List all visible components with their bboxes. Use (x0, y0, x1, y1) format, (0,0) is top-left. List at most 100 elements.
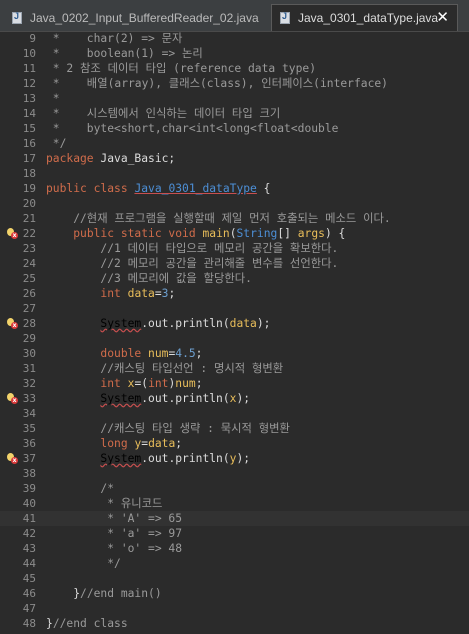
code-text: * boolean(1) => 논리 (46, 46, 203, 61)
code-token: num (175, 377, 196, 390)
code-line[interactable]: 35 //캐스팅 타입 생략 : 묵시적 형변환 (0, 421, 469, 436)
code-line[interactable]: 38 (0, 466, 469, 481)
code-text: long y=data; (46, 436, 182, 451)
code-line[interactable]: 23 //1 데이터 타입으로 메모리 공간을 확보한다. (0, 241, 469, 256)
line-number: 20 (22, 197, 36, 210)
code-line[interactable]: 16 */ (0, 136, 469, 151)
code-token: { (256, 182, 271, 195)
line-number: 38 (22, 467, 36, 480)
code-line[interactable]: 24 //2 메모리 공간을 관리해줄 변수를 선언한다. (0, 256, 469, 271)
code-line[interactable]: 36 long y=data; (0, 436, 469, 451)
code-line[interactable]: 30 double num=4.5; (0, 346, 469, 361)
code-token: //end main() (80, 587, 162, 600)
code-token: System (100, 392, 142, 405)
code-text: //3 메모리에 값을 할당한다. (46, 271, 252, 286)
code-token: =( (134, 377, 149, 390)
line-number: 46 (22, 587, 36, 600)
tab-buffered-reader[interactable]: Java_0202_Input_BufferedReader_02.java (4, 4, 266, 31)
code-token: * 시스템에서 인식하는 데이터 타입 크기 (46, 107, 281, 120)
code-text: System.out.println(x); (46, 391, 250, 406)
code-line[interactable]: 44 */ (0, 556, 469, 571)
code-line[interactable]: x 22 public static void main(String[] arg… (0, 226, 469, 241)
code-token: //3 메모리에 값을 할당한다. (46, 272, 252, 285)
code-text: //1 데이터 타입으로 메모리 공간을 확보한다. (46, 241, 338, 256)
java-file-icon (280, 11, 290, 24)
code-token: * 'a' => 97 (46, 527, 183, 540)
code-token: System (100, 317, 142, 330)
code-line[interactable]: 29 (0, 331, 469, 346)
code-token: .out.println( (141, 317, 230, 330)
code-line[interactable]: x 33 System.out.println(x); (0, 391, 469, 406)
code-token: ); (236, 392, 251, 405)
code-line[interactable]: 48}//end class (0, 616, 469, 631)
close-tab-icon[interactable]: ✕ (436, 8, 449, 26)
code-token: public class (46, 182, 128, 195)
code-token: ; (195, 347, 203, 360)
code-line[interactable]: 42 * 'a' => 97 (0, 526, 469, 541)
code-line[interactable]: 46 }//end main() (0, 586, 469, 601)
code-token: */ (46, 137, 67, 150)
code-editor[interactable]: 9 * char(2) => 문자 10 * boolean(1) => 논리 11… (0, 31, 469, 634)
code-line[interactable]: 11 * 2 참조 데이터 타입 (reference data type) (0, 61, 469, 76)
line-number: 33 (22, 392, 36, 405)
code-token: */ (46, 557, 121, 570)
code-text: //캐스팅 타입선언 : 명시적 형변환 (46, 361, 283, 376)
code-line[interactable]: 13 * (0, 91, 469, 106)
tab-datatype-active[interactable]: Java_0301_dataType.java ✕ (271, 4, 458, 31)
code-text: * 배열(array), 클래스(class), 인터페이스(interface… (46, 76, 388, 91)
editor-tab-bar: Java_0202_Input_BufferedReader_02.java J… (0, 0, 469, 32)
code-line[interactable]: 27 (0, 301, 469, 316)
line-number: 10 (22, 47, 36, 60)
code-line[interactable]: 12 * 배열(array), 클래스(class), 인터페이스(interf… (0, 76, 469, 91)
code-line[interactable]: 47 (0, 601, 469, 616)
code-line[interactable]: 39 /* (0, 481, 469, 496)
line-number: 35 (22, 422, 36, 435)
code-line[interactable]: 9 * char(2) => 문자 (0, 31, 469, 46)
code-line[interactable]: 18 (0, 166, 469, 181)
code-text: * 시스템에서 인식하는 데이터 타입 크기 (46, 106, 281, 121)
code-token: //end class (52, 617, 128, 630)
code-token: //2 메모리 공간을 관리해줄 변수를 선언한다. (46, 257, 339, 270)
code-token: * 유니코드 (46, 497, 163, 510)
line-number: 17 (22, 152, 36, 165)
code-line[interactable]: 26 int data=3; (0, 286, 469, 301)
line-number: 43 (22, 542, 36, 555)
code-line[interactable]: 15 * byte<short,char<int<long<float<doub… (0, 121, 469, 136)
code-line[interactable]: 20 (0, 196, 469, 211)
code-line[interactable]: 31 //캐스팅 타입선언 : 명시적 형변환 (0, 361, 469, 376)
code-text: * 'a' => 97 (46, 526, 182, 541)
code-line[interactable]: 41 * 'A' => 65 (0, 511, 469, 526)
line-number: 30 (22, 347, 36, 360)
code-token: } (46, 587, 81, 600)
code-token: * 배열(array), 클래스(class), 인터페이스(interface… (46, 77, 388, 90)
line-number: 18 (22, 167, 36, 180)
code-line[interactable]: 43 * 'o' => 48 (0, 541, 469, 556)
line-number: 11 (22, 62, 36, 75)
code-line[interactable]: 34 (0, 406, 469, 421)
code-line[interactable]: 21 //현재 프로그램을 실행할때 제일 먼저 호출되는 메소드 이다. (0, 211, 469, 226)
code-line[interactable]: 17 package Java_Basic; (0, 151, 469, 166)
code-token: ( (229, 227, 237, 240)
code-line[interactable]: 32 int x=(int)num; (0, 376, 469, 391)
tab-label: Java_0301_dataType.java (298, 11, 439, 25)
line-number: 24 (22, 257, 36, 270)
code-token: int (100, 377, 121, 390)
code-line[interactable]: 10 * boolean(1) => 논리 (0, 46, 469, 61)
code-token: num (148, 347, 169, 360)
line-number: 44 (22, 557, 36, 570)
code-line[interactable]: 40 * 유니코드 (0, 496, 469, 511)
code-line[interactable]: 14 * 시스템에서 인식하는 데이터 타입 크기 (0, 106, 469, 121)
code-line[interactable]: x 37 System.out.println(y); (0, 451, 469, 466)
line-number: 34 (22, 407, 36, 420)
code-line[interactable]: 45 (0, 571, 469, 586)
code-line[interactable]: 25 //3 메모리에 값을 할당한다. (0, 271, 469, 286)
code-token: ); (236, 452, 251, 465)
code-line[interactable]: 19 public class Java_0301_dataType { (0, 181, 469, 196)
code-line[interactable]: x 28 System.out.println(data); (0, 316, 469, 331)
code-token: ); (256, 317, 271, 330)
